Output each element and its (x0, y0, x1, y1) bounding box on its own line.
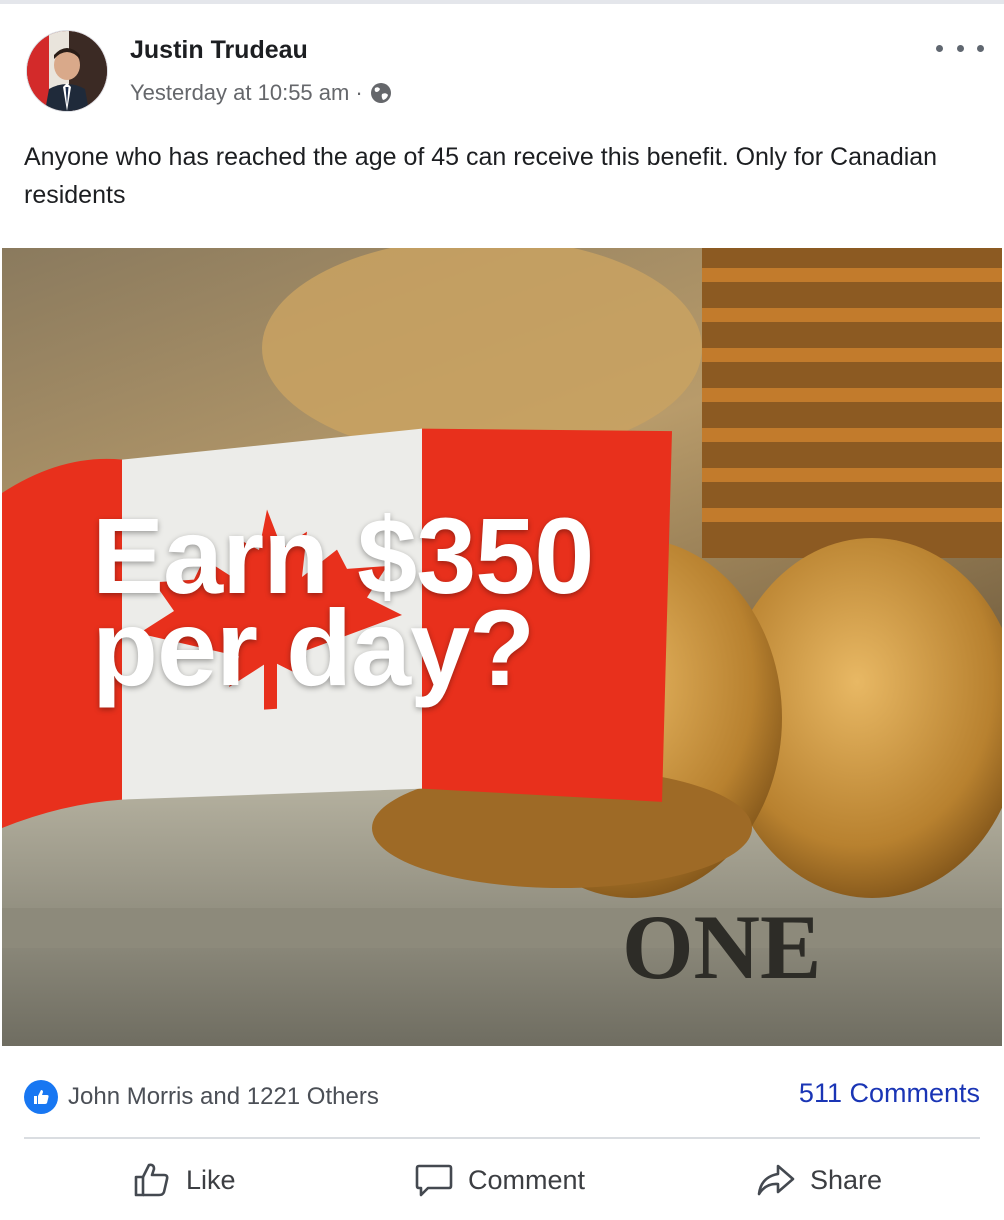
comment-icon (415, 1164, 453, 1197)
reactions-summary[interactable]: John Morris and 1221 Others (24, 1080, 379, 1114)
author-name[interactable]: Justin Trudeau (130, 36, 308, 65)
meta-separator: · (355, 80, 363, 105)
image-headline: Earn $350 per day? (92, 495, 594, 708)
comment-label: Comment (468, 1164, 586, 1195)
like-button[interactable]: Like (132, 1155, 236, 1205)
post-image[interactable]: ONE Earn $350 per day? (2, 248, 1002, 1046)
action-divider (24, 1137, 980, 1139)
dot-icon (956, 44, 964, 52)
like-label: Like (186, 1164, 236, 1195)
thumbs-up-icon (24, 1080, 58, 1114)
comments-count-link[interactable]: 511 Comments (799, 1078, 980, 1109)
comment-button[interactable]: Comment (414, 1155, 585, 1205)
share-label: Share (810, 1164, 883, 1195)
avatar-image (27, 31, 107, 111)
post-meta: Yesterday at 10:55 am · (130, 80, 393, 106)
author-avatar[interactable] (26, 30, 108, 112)
post-timestamp[interactable]: Yesterday at 10:55 am (130, 80, 349, 106)
more-options-button[interactable] (936, 36, 984, 60)
reactions-text: John Morris and 1221 Others (68, 1083, 379, 1110)
post-text: Anyone who has reached the age of 45 can… (24, 143, 938, 209)
bill-one-text: ONE (622, 896, 821, 998)
top-border (0, 0, 1004, 4)
like-icon (134, 1163, 169, 1197)
globe-icon (369, 81, 393, 105)
dot-icon (977, 44, 984, 52)
share-button[interactable]: Share (756, 1155, 882, 1205)
share-icon (757, 1164, 795, 1196)
dot-icon (936, 44, 943, 52)
